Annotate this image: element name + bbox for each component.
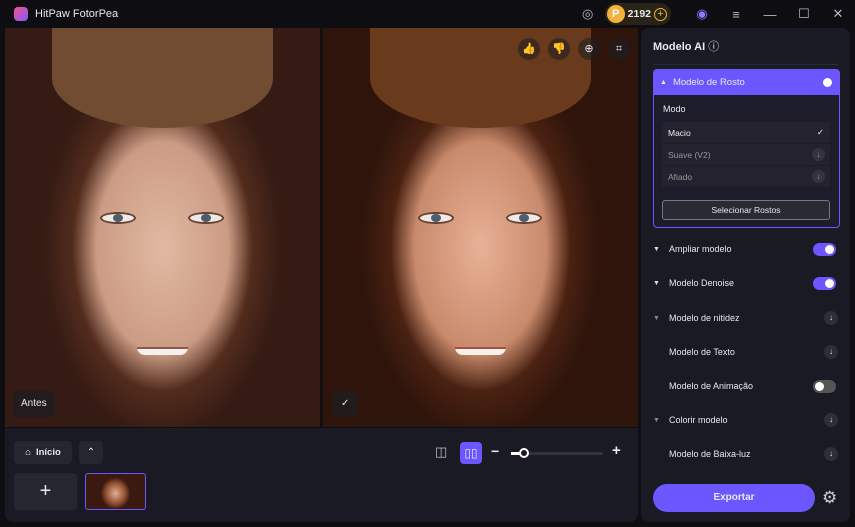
info-icon[interactable]: ⓘ [708, 41, 719, 53]
app-logo [14, 7, 28, 21]
download-icon[interactable]: ↓ [824, 311, 838, 325]
home-label: Início [35, 447, 61, 458]
face-model-card: ▲ Modelo de Rosto Modo Macio ✓ Suave (V2) ↓… [653, 69, 840, 228]
before-image: Antes [5, 28, 320, 427]
collapse-button[interactable]: ⌃ [79, 441, 103, 464]
check-icon: ✓ [816, 127, 824, 137]
menu-icon[interactable]: ≡ [719, 7, 753, 22]
credits-badge[interactable]: P 2192 + [604, 3, 671, 25]
export-button[interactable]: Exportar [653, 484, 815, 512]
split-view-icon[interactable]: ◫ [435, 444, 447, 460]
settings-gear-icon[interactable]: ⚙ [822, 488, 837, 508]
animacao-toggle[interactable] [813, 380, 836, 393]
crop-icon[interactable]: ⌗ [608, 38, 630, 60]
model-row-ampliar[interactable]: ▼ Ampliar modelo [653, 239, 838, 259]
mode-option-macio[interactable]: Macio ✓ [662, 122, 830, 143]
close-icon[interactable]: ✕ [821, 6, 855, 22]
bottom-bar: ⌂ Início ⌃ + ◫ ▯▯ − + [5, 428, 638, 522]
chevron-up-icon: ⌃ [86, 447, 96, 458]
mode-label: Modo [663, 104, 686, 114]
coin-icon: P [606, 5, 625, 23]
account-icon[interactable]: ◉ [685, 6, 719, 22]
model-row-nitidez[interactable]: ▼ Modelo de nitidez ↓ [653, 308, 838, 328]
zoom-in-plus-icon[interactable]: + [612, 442, 621, 459]
panel-title: Modelo AI [653, 41, 706, 53]
download-icon[interactable]: ↓ [824, 447, 838, 461]
model-row-denoise[interactable]: ▼ Modelo Denoise [653, 273, 838, 293]
download-icon[interactable]: ↓ [812, 170, 825, 183]
image-viewer: Antes ✓ 👍 👎 ⊕ ⌗ [5, 28, 638, 427]
denoise-toggle[interactable] [813, 277, 836, 290]
app-title: HitPaw FotorPea [35, 8, 119, 20]
download-icon[interactable]: ↓ [824, 413, 838, 427]
ampliar-toggle[interactable] [813, 243, 836, 256]
thumbs-down-icon[interactable]: 👎 [548, 38, 570, 60]
model-row-baixa-luz[interactable]: Modelo de Baixa-luz ↓ [653, 444, 838, 464]
title-bar: HitPaw FotorPea ◎ P 2192 + ◉ ≡ — ☐ ✕ [0, 0, 855, 28]
zoom-out-icon[interactable]: − [491, 443, 499, 459]
download-icon[interactable]: ↓ [812, 148, 825, 161]
minimize-icon[interactable]: — [753, 7, 787, 22]
collapse-arrow-icon[interactable]: ▲ [660, 79, 667, 86]
zoom-slider[interactable] [511, 448, 603, 458]
mode-option-suave[interactable]: Suave (V2) ↓ [662, 144, 830, 165]
image-thumbnail[interactable] [85, 473, 146, 510]
side-by-side-view-button[interactable]: ▯▯ [460, 442, 482, 464]
credits-count: 2192 [627, 8, 651, 20]
home-button[interactable]: ⌂ Início [14, 441, 72, 464]
after-image: ✓ 👍 👎 ⊕ ⌗ [323, 28, 638, 427]
add-credits-icon[interactable]: + [654, 7, 667, 21]
before-label: Antes [13, 391, 55, 417]
home-icon: ⌂ [25, 447, 31, 458]
add-image-button[interactable]: + [14, 473, 77, 510]
thumbs-up-icon[interactable]: 👍 [518, 38, 540, 60]
after-check-badge[interactable]: ✓ [333, 391, 358, 417]
ai-model-panel: Modelo AI ⓘ ▲ Modelo de Rosto Modo Macio ✓… [641, 28, 850, 522]
face-model-toggle[interactable] [811, 76, 834, 89]
discord-icon[interactable]: ◎ [571, 6, 605, 22]
select-faces-button[interactable]: Selecionar Rostos [662, 200, 830, 220]
face-model-label: Modelo de Rosto [672, 77, 745, 88]
model-row-colorir[interactable]: ▼ Colorir modelo ↓ [653, 410, 838, 430]
maximize-icon[interactable]: ☐ [787, 6, 821, 22]
zoom-in-icon[interactable]: ⊕ [578, 38, 600, 60]
download-icon[interactable]: ↓ [824, 345, 838, 359]
model-row-animacao[interactable]: Modelo de Animação [653, 376, 838, 396]
model-row-texto[interactable]: Modelo de Texto ↓ [653, 342, 838, 362]
mode-option-afiado[interactable]: Afiado ↓ [662, 166, 830, 187]
